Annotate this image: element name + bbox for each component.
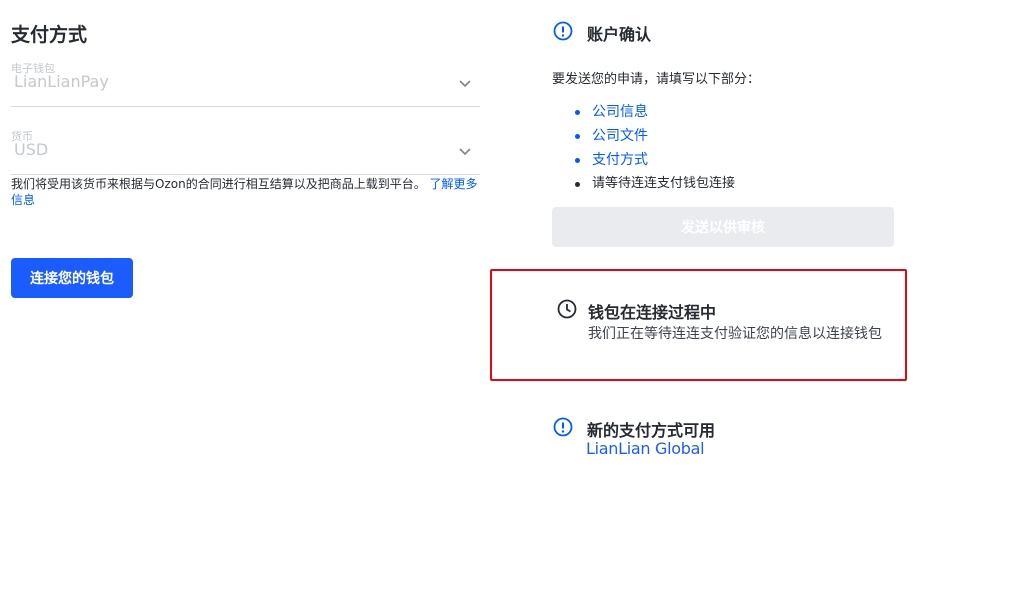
page-title: 支付方式 xyxy=(11,24,88,46)
list-item-company-info[interactable]: 公司信息 xyxy=(552,100,735,124)
list-item-label: 公司信息 xyxy=(592,104,648,120)
pending-text: 我们正在等待连连支付验证您的信息以连接钱包 xyxy=(588,326,882,342)
list-item-label: 支付方式 xyxy=(592,152,648,168)
info-icon xyxy=(553,417,573,437)
bullet xyxy=(575,134,580,139)
wallet-pending-notice: 钱包在连接过程中 我们正在等待连连支付验证您的信息以连接钱包 xyxy=(490,269,907,381)
list-item-company-documents[interactable]: 公司文件 xyxy=(552,124,735,148)
wallet-select[interactable]: 电子钱包 LianLianPay xyxy=(11,60,480,107)
currency-select[interactable]: 货币 USD xyxy=(11,128,480,175)
list-item-label: 请等待连连支付钱包连接 xyxy=(592,176,736,191)
bullet xyxy=(575,158,580,163)
info-icon xyxy=(553,21,573,41)
new-payment-method-title: 新的支付方式可用 xyxy=(587,421,716,440)
bullet xyxy=(575,110,580,115)
lianlian-global-logo[interactable]: LianLian Global xyxy=(586,439,705,458)
connect-wallet-button[interactable]: 连接您的钱包 xyxy=(11,258,133,298)
requirements-list: 公司信息 公司文件 支付方式 请等待连连支付钱包连接 xyxy=(552,100,735,196)
list-item-payment-method[interactable]: 支付方式 xyxy=(552,148,735,172)
account-title: 账户确认 xyxy=(587,25,652,44)
clock-icon xyxy=(557,299,577,319)
chevron-down-icon xyxy=(459,148,471,156)
bullet xyxy=(575,182,580,187)
currency-value: USD xyxy=(14,140,49,159)
list-item-wallet-wait: 请等待连连支付钱包连接 xyxy=(552,172,735,196)
submit-for-review-button[interactable]: 发送以供审核 xyxy=(552,207,894,247)
wallet-value: LianLianPay xyxy=(14,72,109,91)
chevron-down-icon xyxy=(459,80,471,88)
page: 支付方式 电子钱包 LianLianPay 货币 USD 我们将受用该货币来根据… xyxy=(0,0,1019,612)
list-item-label: 公司文件 xyxy=(592,128,648,144)
account-description: 要发送您的申请，请填写以下部分： xyxy=(552,72,761,87)
currency-helper-text: 我们将受用该货币来根据与Ozon的合同进行相互结算以及把商品上载到平台。 了解更… xyxy=(11,176,481,208)
helper-text: 我们将受用该货币来根据与Ozon的合同进行相互结算以及把商品上载到平台。 xyxy=(11,177,426,191)
pending-title: 钱包在连接过程中 xyxy=(588,303,717,322)
